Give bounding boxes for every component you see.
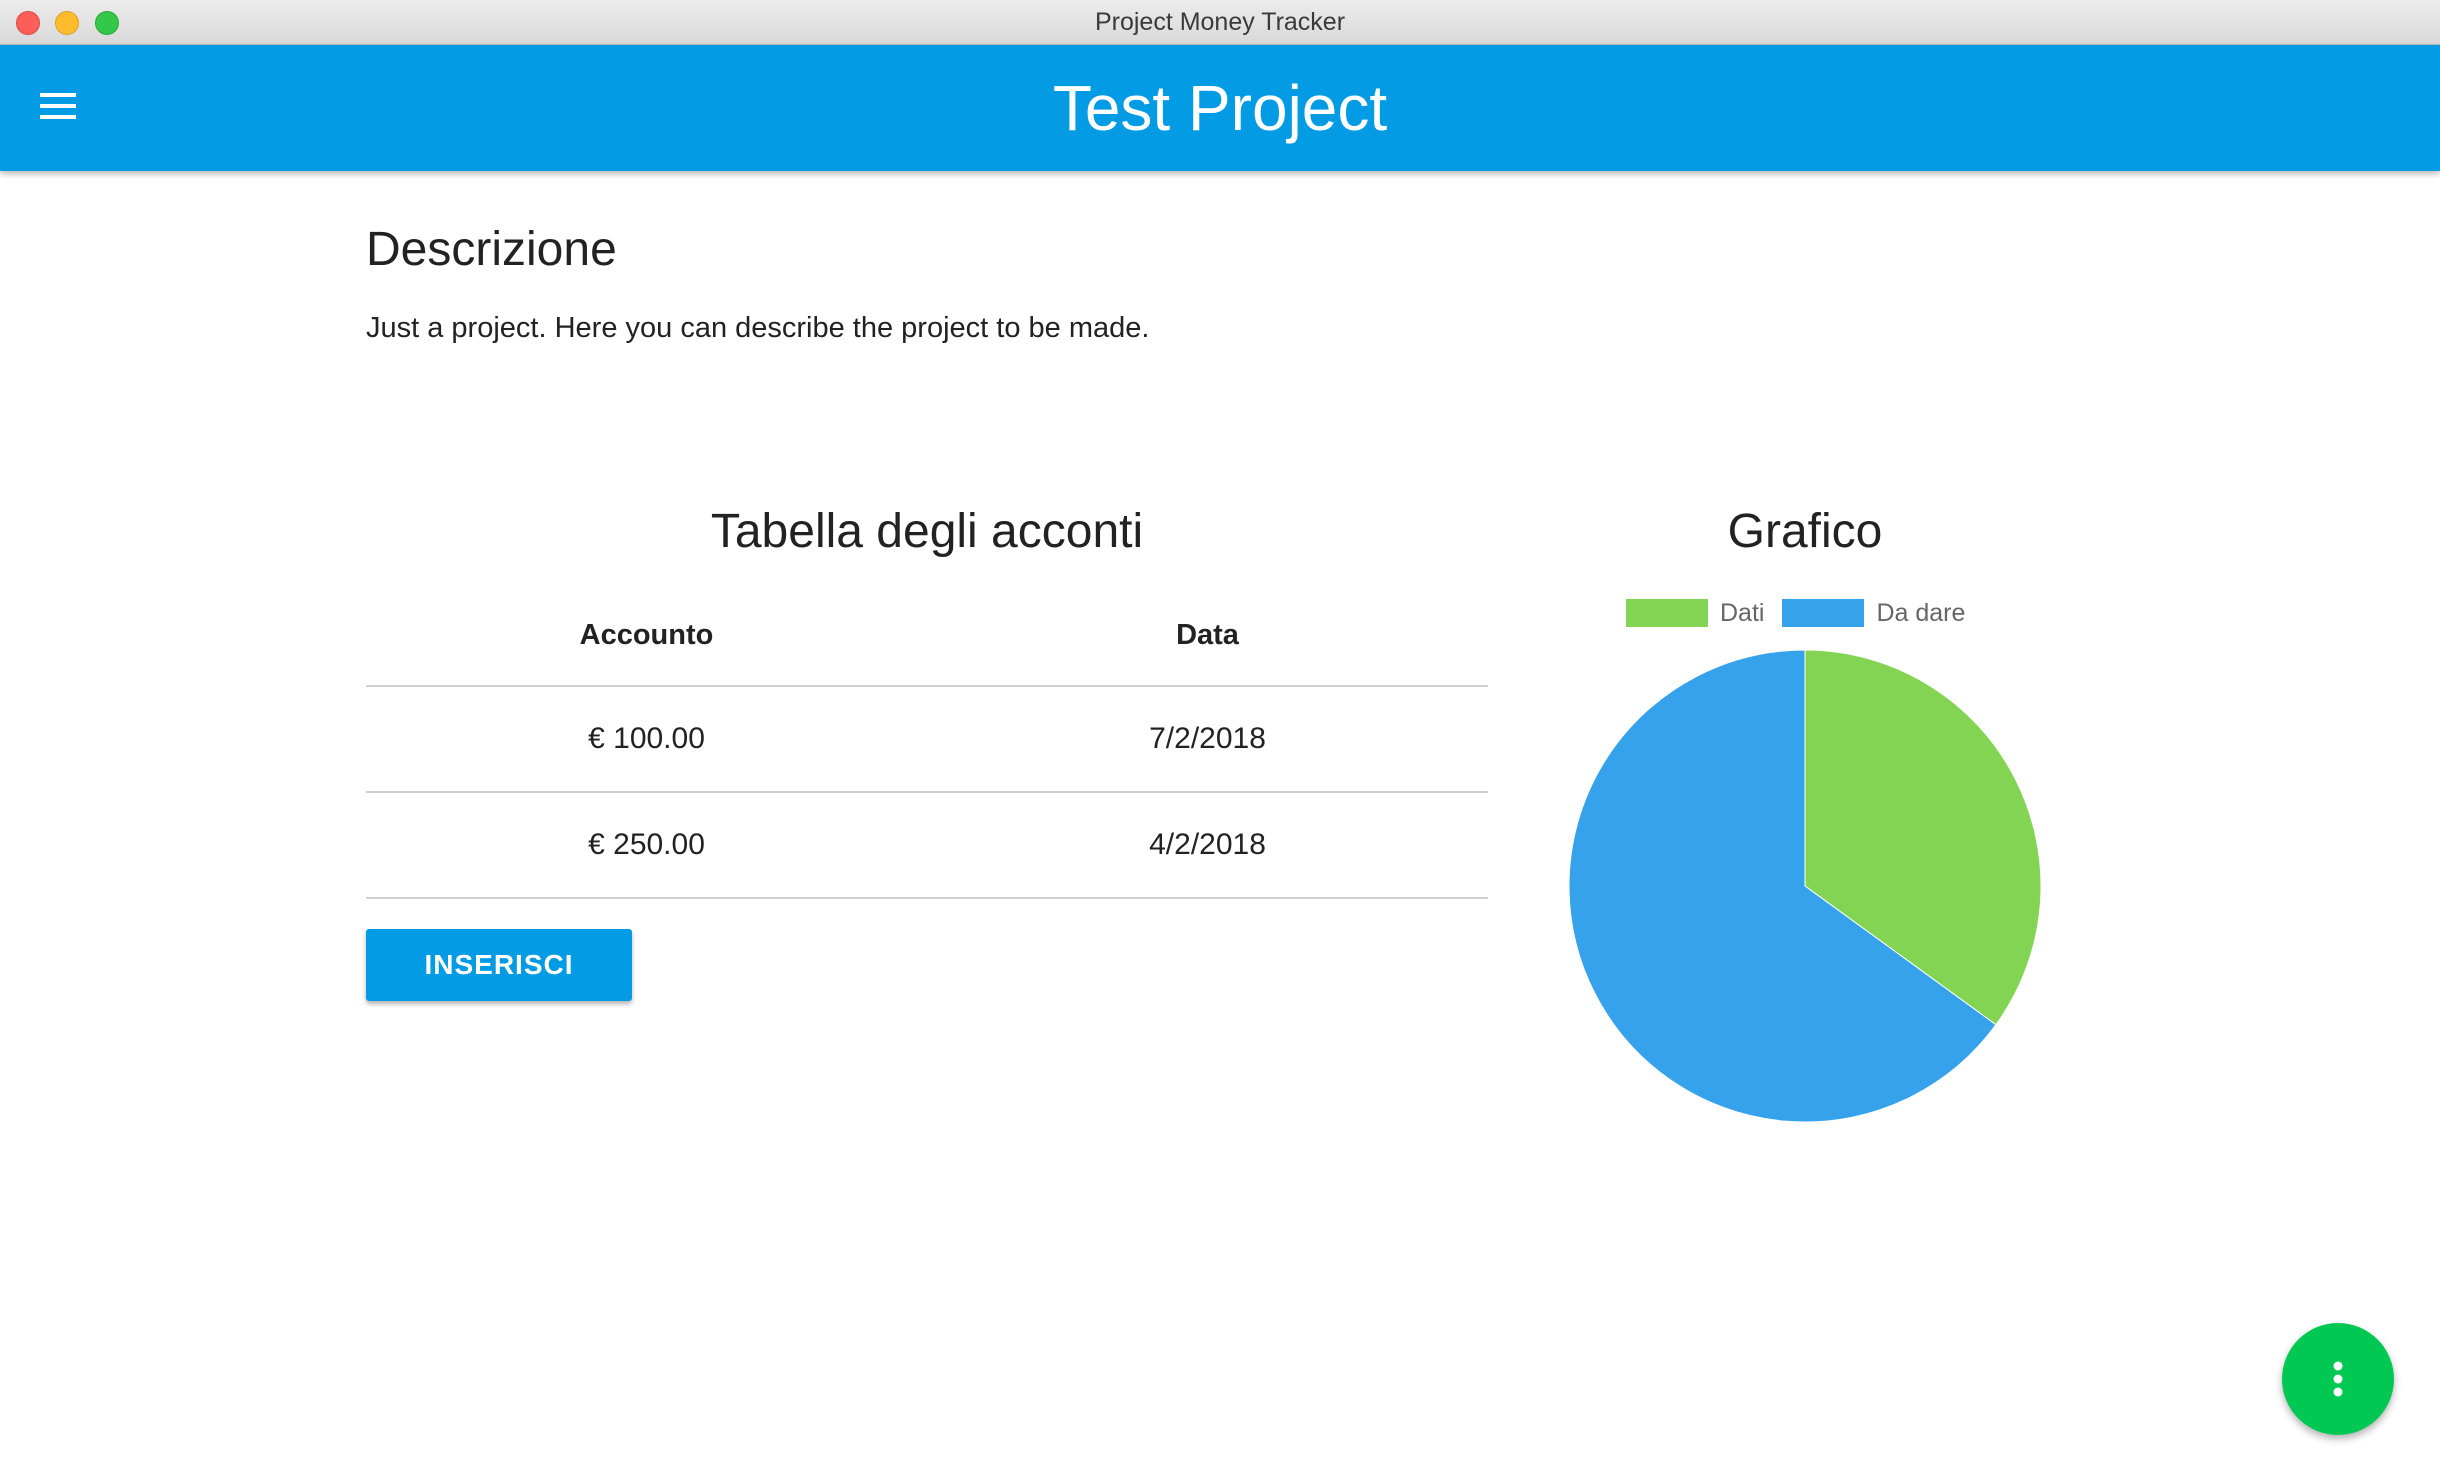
chart-legend: Dati Da dare <box>1626 598 1983 628</box>
amount-cell: € 100.00 <box>366 686 927 793</box>
pie-chart <box>1568 649 2042 1123</box>
date-cell: 4/2/2018 <box>927 792 1488 899</box>
legend-item-dati[interactable]: Dati <box>1626 599 1764 628</box>
legend-swatch <box>1626 599 1708 627</box>
table-row[interactable]: € 100.00 7/2/2018 <box>366 686 1488 793</box>
app-bar: Test Project <box>0 45 2440 171</box>
table-header-row: Accounto Data <box>366 585 1488 687</box>
column-header-date: Data <box>927 585 1488 687</box>
legend-item-da-dare[interactable]: Da dare <box>1782 599 1965 628</box>
window-title: Project Money Tracker <box>1094 8 1346 36</box>
accounts-table: Accounto Data € 100.00 7/2/2018 € 250.00… <box>366 585 1488 899</box>
table-row[interactable]: € 250.00 4/2/2018 <box>366 792 1488 899</box>
accounts-table-title: Tabella degli acconti <box>710 505 1144 558</box>
legend-label: Da dare <box>1876 598 1966 627</box>
amount-cell: € 250.00 <box>366 792 927 899</box>
insert-button[interactable]: INSERISCI <box>366 929 632 1001</box>
chart-title: Grafico <box>1727 505 1883 558</box>
column-header-amount: Accounto <box>366 585 927 687</box>
description-heading: Descrizione <box>366 223 617 276</box>
date-cell: 7/2/2018 <box>927 686 1488 793</box>
legend-label: Dati <box>1720 598 1765 627</box>
project-title: Test Project <box>1052 72 1388 144</box>
legend-swatch <box>1782 599 1865 627</box>
app-window: Project Money Tracker Test Project Descr… <box>0 0 2440 1482</box>
more-vertical-icon <box>2333 1361 2343 1397</box>
more-options-fab[interactable] <box>2282 1323 2394 1435</box>
description-text: Just a project. Here you can describe th… <box>366 312 1150 344</box>
window-titlebar: Project Money Tracker <box>0 0 2440 45</box>
